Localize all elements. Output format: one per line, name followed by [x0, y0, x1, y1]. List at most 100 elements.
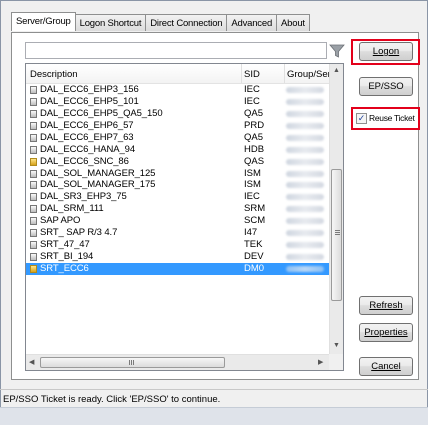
row-group-blurred [286, 218, 324, 225]
list-item[interactable]: SRT_BI_194 DEV [26, 251, 329, 263]
key-server-icon [30, 264, 37, 273]
row-group-blurred [286, 87, 324, 93]
row-group-blurred [286, 146, 324, 153]
row-description: SRT_ SAP R/3 4.7 [40, 227, 118, 239]
server-icon [30, 97, 37, 106]
row-description: SRT_ECC6 [40, 262, 89, 274]
reuse-ticket-label: Reuse Ticket [369, 113, 415, 123]
list-item[interactable]: DAL_SOL_MANAGER_175 ISM [26, 179, 329, 191]
row-sid: PRD [244, 119, 265, 131]
list-item[interactable]: DAL_ECC6_EHP5_101 IEC [26, 96, 329, 108]
row-description: DAL_SRM_111 [40, 203, 104, 215]
row-description: DAL_ECC6_EHP6_57 [40, 119, 134, 131]
tab-about[interactable]: About [276, 14, 310, 31]
tab-server-group[interactable]: Server/Group [11, 12, 76, 31]
vertical-scroll-thumb[interactable] [331, 169, 342, 301]
row-group-blurred [286, 98, 324, 105]
list-item[interactable]: DAL_ECC6_EHP7_63 QA5 [26, 132, 329, 144]
refresh-button[interactable]: Refresh [359, 296, 413, 315]
ep-sso-button[interactable]: EP/SSO [359, 77, 413, 96]
row-group-blurred [286, 254, 324, 261]
tab-direct-connection[interactable]: Direct Connection [145, 14, 228, 31]
row-description: DAL_ECC6_EHP3_156 [40, 84, 139, 95]
server-icon [30, 145, 37, 154]
filter-funnel-icon[interactable] [329, 43, 345, 59]
row-sid: DM0 [244, 262, 265, 274]
server-icon [30, 86, 37, 94]
row-group-blurred [286, 242, 324, 249]
row-sid: HDB [244, 143, 265, 155]
list-item[interactable]: SRT_ECC6 DM0 [26, 262, 329, 275]
reuse-ticket-checkbox[interactable]: ✓ [356, 113, 367, 124]
row-description: SRT_BI_194 [40, 251, 94, 263]
logon-button[interactable]: Logon [359, 42, 413, 61]
tab-advanced[interactable]: Advanced [226, 14, 278, 31]
row-group-blurred [286, 265, 324, 272]
server-icon [30, 109, 37, 118]
scroll-left-arrow-icon[interactable]: ◀ [29, 358, 34, 366]
list-item[interactable]: DAL_ECC6_EHP3_156 IEC [26, 84, 329, 96]
list-item[interactable]: DAL_ECC6_SNC_86 QAS [26, 156, 329, 168]
list-item[interactable]: DAL_ECC6_EHP6_57 PRD [26, 120, 329, 132]
list-item[interactable]: DAL_SOL_MANAGER_125 ISM [26, 168, 329, 180]
filter-input[interactable] [25, 42, 327, 59]
scroll-down-arrow-icon[interactable]: ▼ [333, 342, 340, 349]
row-group-blurred [286, 206, 324, 213]
list-item[interactable]: DAL_ECC6_HANA_94 HDB [26, 144, 329, 156]
row-sid: TEK [244, 239, 263, 251]
row-description: DAL_ECC6_SNC_86 [40, 155, 129, 167]
tab-logon-shortcut[interactable]: Logon Shortcut [74, 14, 147, 31]
server-icon [30, 205, 37, 214]
server-icon [30, 229, 37, 238]
server-icon [30, 121, 37, 130]
list-item[interactable]: DAL_SR3_EHP3_75 IEC [26, 191, 329, 203]
row-description: SAP APO [40, 215, 81, 227]
list-item[interactable]: DAL_ECC6_EHP5_QA5_150 QA5 [26, 108, 329, 120]
list-item[interactable]: SRT_47_47 TEK [26, 239, 329, 251]
server-icon [30, 217, 37, 226]
row-description: DAL_SOL_MANAGER_125 [40, 167, 156, 179]
row-sid: QA5 [244, 107, 264, 119]
cancel-button[interactable]: Cancel [359, 357, 413, 376]
tab-bar: Server/Group Logon Shortcut Direct Conne… [11, 12, 310, 32]
row-group-blurred [286, 122, 324, 129]
row-description: DAL_SR3_EHP3_75 [40, 191, 127, 203]
row-sid: IEC [244, 95, 260, 107]
scroll-right-arrow-icon[interactable]: ▶ [318, 358, 323, 366]
vertical-scrollbar[interactable]: ▲ ▼ [329, 64, 343, 354]
properties-button[interactable]: Properties [359, 323, 413, 342]
row-sid: QAS [244, 155, 265, 167]
row-description: DAL_SOL_MANAGER_175 [40, 179, 156, 191]
row-description: DAL_ECC6_HANA_94 [40, 143, 136, 155]
row-group-blurred [286, 182, 324, 189]
row-group-blurred [286, 134, 324, 141]
list-item[interactable]: DAL_SRM_111 SRM [26, 203, 329, 215]
row-description: DAL_ECC6_EHP5_101 [40, 95, 139, 107]
server-icon [30, 133, 37, 142]
row-sid: SCM [244, 215, 266, 227]
server-icon [30, 193, 37, 202]
key-server-icon [30, 157, 37, 166]
window-bottom-edge [0, 407, 428, 425]
reuse-ticket-option[interactable]: ✓ Reuse Ticket [354, 112, 418, 126]
server-icon [30, 181, 37, 190]
row-sid: IEC [244, 191, 260, 203]
row-group-blurred [286, 158, 324, 165]
column-sid[interactable]: SID [244, 69, 260, 80]
row-group-blurred [286, 170, 324, 177]
row-sid: IEC [244, 84, 260, 95]
column-description[interactable]: Description [30, 69, 78, 80]
server-icon [30, 241, 37, 250]
server-icon [30, 169, 37, 178]
scroll-up-arrow-icon[interactable]: ▲ [333, 67, 340, 74]
list-item[interactable]: SAP APO SCM [26, 215, 329, 227]
scrollbar-corner [329, 354, 343, 370]
server-list[interactable]: Description SID Group/Serv DAL_ECC6_EHP3… [25, 63, 344, 371]
row-sid: ISM [244, 179, 261, 191]
server-icon [30, 253, 37, 262]
horizontal-scroll-thumb[interactable] [40, 357, 225, 368]
horizontal-scrollbar[interactable]: ◀ ▶ [26, 354, 329, 370]
list-item[interactable]: SRT_ SAP R/3 4.7 I47 [26, 227, 329, 239]
row-sid: QA5 [244, 131, 264, 143]
row-description: DAL_ECC6_EHP5_QA5_150 [40, 107, 163, 119]
